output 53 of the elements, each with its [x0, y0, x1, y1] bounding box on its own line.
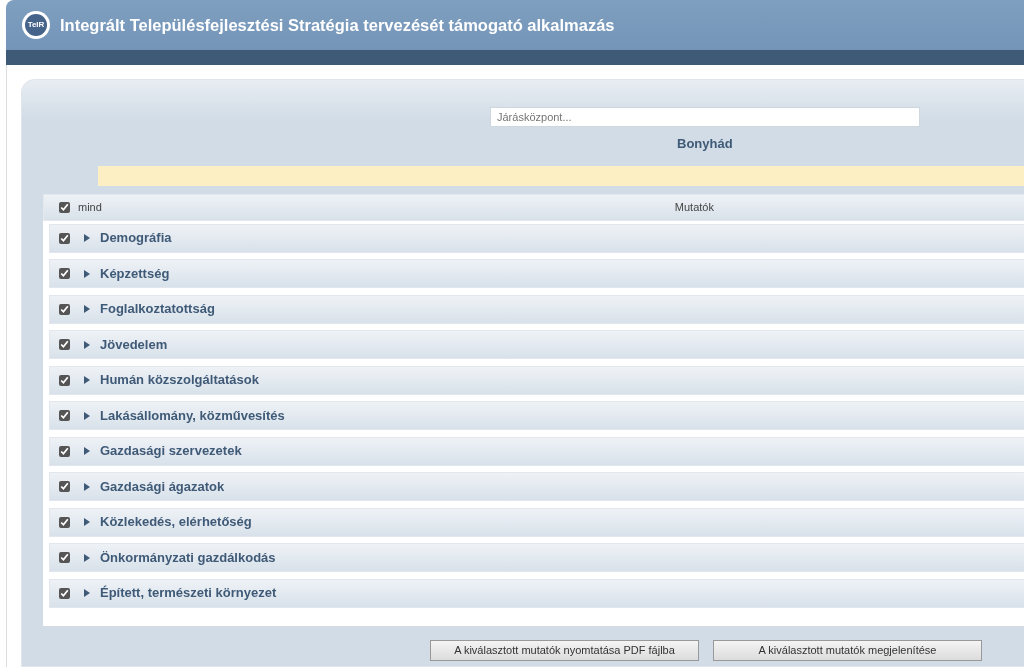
- row-checkbox[interactable]: [59, 374, 70, 386]
- row-checkbox[interactable]: [59, 587, 70, 599]
- category-row[interactable]: Demográfia: [49, 223, 1024, 253]
- collapsed-triangle-icon[interactable]: [84, 553, 91, 562]
- category-row[interactable]: Lakásállomány, közművesítés: [49, 401, 1024, 430]
- collapsed-triangle-icon[interactable]: [84, 518, 91, 526]
- search-field[interactable]: Járásközpont...: [490, 107, 920, 127]
- category-label: Gazdasági ágazatok: [100, 477, 225, 496]
- collapsed-triangle-icon[interactable]: [84, 269, 91, 278]
- category-label: Képzettség: [100, 264, 170, 283]
- row-checkbox[interactable]: [59, 232, 70, 244]
- collapsed-triangle-icon[interactable]: [84, 305, 91, 313]
- category-row[interactable]: Humán közszolgáltatások: [49, 365, 1024, 395]
- category-row[interactable]: Foglalkoztatottság: [49, 294, 1024, 324]
- category-label: Demográfia: [100, 229, 172, 248]
- collapsed-triangle-icon[interactable]: [84, 234, 91, 242]
- category-label: Közlekedés, elérhetőség: [100, 513, 252, 532]
- row-checkbox[interactable]: [59, 339, 70, 350]
- select-all-checkbox[interactable]: [59, 201, 70, 213]
- category-label: Foglalkoztatottság: [100, 300, 215, 319]
- collapsed-triangle-icon[interactable]: [84, 447, 91, 455]
- action-button[interactable]: A kiválasztott mutatók nyomtatása PDF fájlba: [430, 639, 699, 661]
- category-row[interactable]: Közlekedés, elérhetőség: [49, 507, 1024, 537]
- category-row[interactable]: Épített, természeti környezet: [49, 578, 1024, 608]
- category-label: Jövedelem: [100, 335, 168, 354]
- app-title: Integrált Településfejlesztési Stratégia tervezését támogató alkalmazás: [60, 14, 615, 36]
- category-label: Épített, természeti környezet: [100, 584, 277, 603]
- selected-place: Bonyhád: [677, 135, 733, 153]
- category-label: Gazdasági szervezetek: [100, 442, 242, 461]
- action-button[interactable]: A kiválasztott mutatók megjelenítése: [713, 639, 982, 661]
- category-row[interactable]: Képzettség: [49, 259, 1024, 288]
- category-label: Humán közszolgáltatások: [100, 371, 259, 390]
- collapsed-triangle-icon[interactable]: [84, 411, 91, 420]
- collapsed-triangle-icon[interactable]: [84, 376, 91, 384]
- row-checkbox[interactable]: [59, 516, 70, 528]
- collapsed-triangle-icon[interactable]: [84, 340, 91, 349]
- row-checkbox[interactable]: [59, 268, 70, 279]
- category-row[interactable]: Gazdasági szervezetek: [49, 436, 1024, 466]
- category-row[interactable]: Gazdasági ágazatok: [49, 472, 1024, 501]
- category-label: Lakásállomány, közművesítés: [100, 406, 285, 425]
- select-all-label: mind: [78, 199, 102, 215]
- column-title: Mutatók: [674, 199, 714, 215]
- row-checkbox[interactable]: [59, 303, 70, 315]
- row-checkbox[interactable]: [59, 481, 70, 492]
- row-checkbox[interactable]: [59, 552, 70, 563]
- category-label: Önkormányzati gazdálkodás: [100, 548, 276, 567]
- category-row[interactable]: Jövedelem: [49, 330, 1024, 359]
- row-checkbox[interactable]: [59, 445, 70, 457]
- row-checkbox[interactable]: [59, 410, 70, 421]
- collapsed-triangle-icon[interactable]: [84, 482, 91, 491]
- app-logo: TeIR: [22, 11, 50, 39]
- collapsed-triangle-icon[interactable]: [84, 589, 91, 597]
- category-row[interactable]: Önkormányzati gazdálkodás: [49, 543, 1024, 572]
